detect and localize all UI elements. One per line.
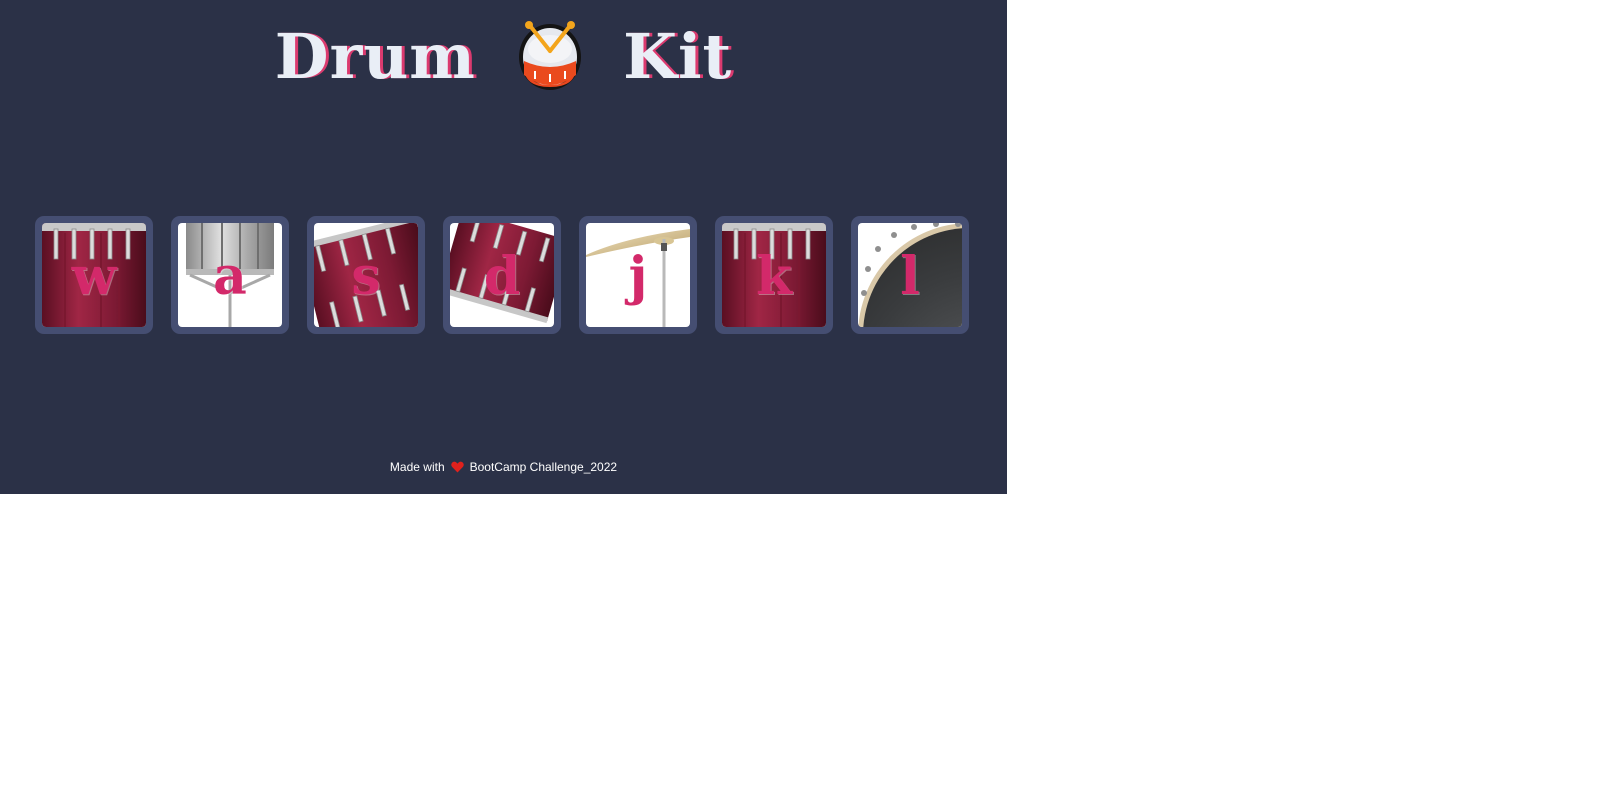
drum-pad-k[interactable]: k <box>715 216 833 334</box>
pad-face: s <box>314 223 418 327</box>
title-drum: Drum <box>274 20 476 93</box>
drum-pad-a[interactable]: a <box>171 216 289 334</box>
pad-face: j <box>586 223 690 327</box>
pad-face: l <box>858 223 962 327</box>
footer: Made with BootCamp Challenge_2022 <box>0 460 1007 474</box>
drum-pad-d[interactable]: d <box>443 216 561 334</box>
pad-key-label: j <box>628 246 648 307</box>
drum-pad-s[interactable]: s <box>307 216 425 334</box>
drum-pad-w[interactable]: w <box>35 216 153 334</box>
page-title: Drum Kit <box>0 12 1007 97</box>
footer-suffix: BootCamp Challenge_2022 <box>469 460 618 474</box>
title-kit: Kit <box>623 20 733 93</box>
drum-pad-j[interactable]: j <box>579 216 697 334</box>
pad-key-label: k <box>755 246 793 307</box>
drum-pad-set: w a s d j k l <box>35 216 969 334</box>
drum-kit-app: Drum Kit w a s d j k l Made with BootCam… <box>0 0 1007 494</box>
pad-key-label: s <box>351 246 381 307</box>
pad-face: a <box>178 223 282 327</box>
drum-icon <box>517 19 583 91</box>
pad-key-label: a <box>213 246 247 307</box>
pad-key-label: l <box>900 246 920 307</box>
footer-prefix: Made with <box>389 460 445 474</box>
heart-icon <box>450 461 464 473</box>
pad-key-label: w <box>71 246 117 307</box>
pad-face: d <box>450 223 554 327</box>
pad-face: k <box>722 223 826 327</box>
pad-face: w <box>42 223 146 327</box>
drum-pad-l[interactable]: l <box>851 216 969 334</box>
pad-key-label: d <box>483 246 521 307</box>
